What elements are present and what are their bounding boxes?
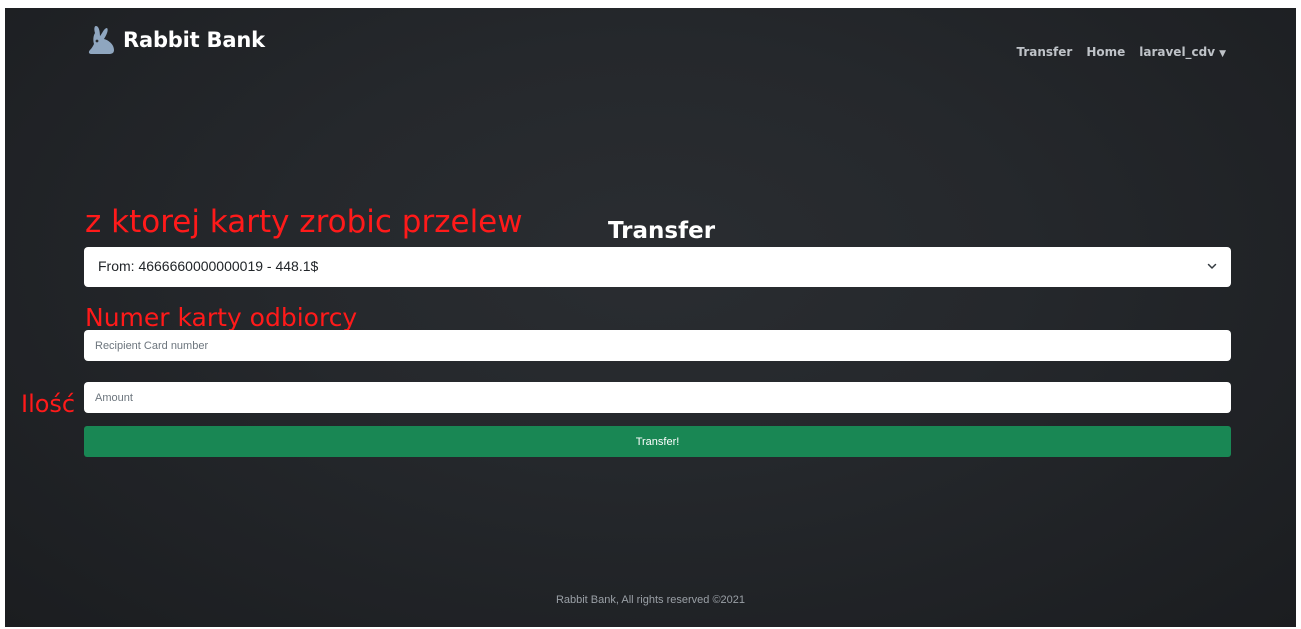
user-dropdown[interactable]: laravel_cdv ▼ — [1139, 45, 1226, 59]
rabbit-icon — [87, 24, 117, 56]
nav-link-home[interactable]: Home — [1086, 45, 1125, 59]
navbar: Rabbit Bank Transfer Home laravel_cdv ▼ — [5, 8, 1296, 88]
amount-input[interactable] — [84, 382, 1231, 413]
annotation-amount: Ilość — [21, 390, 76, 418]
caret-down-icon: ▼ — [1219, 49, 1226, 59]
nav-link-transfer[interactable]: Transfer — [1016, 45, 1072, 59]
page-title: Transfer — [608, 218, 716, 244]
from-card-select-value: From: 4666660000000019 - 448.1$ — [98, 258, 319, 274]
transfer-submit-button[interactable]: Transfer! — [84, 426, 1231, 457]
recipient-card-input[interactable] — [84, 330, 1231, 361]
from-card-select[interactable]: From: 4666660000000019 - 448.1$ — [84, 247, 1231, 287]
app-window: Rabbit Bank Transfer Home laravel_cdv ▼ z… — [5, 8, 1296, 627]
annotation-card-source: z ktorej karty zrobic przelew — [85, 204, 523, 240]
brand-name: Rabbit Bank — [123, 28, 265, 52]
user-name: laravel_cdv — [1139, 45, 1216, 59]
footer-text: Rabbit Bank, All rights reserved ©2021 — [555, 594, 746, 606]
brand-link[interactable]: Rabbit Bank — [87, 24, 265, 56]
annotation-recipient: Numer karty odbiorcy — [85, 303, 358, 332]
nav-links: Transfer Home laravel_cdv ▼ — [1016, 45, 1226, 59]
